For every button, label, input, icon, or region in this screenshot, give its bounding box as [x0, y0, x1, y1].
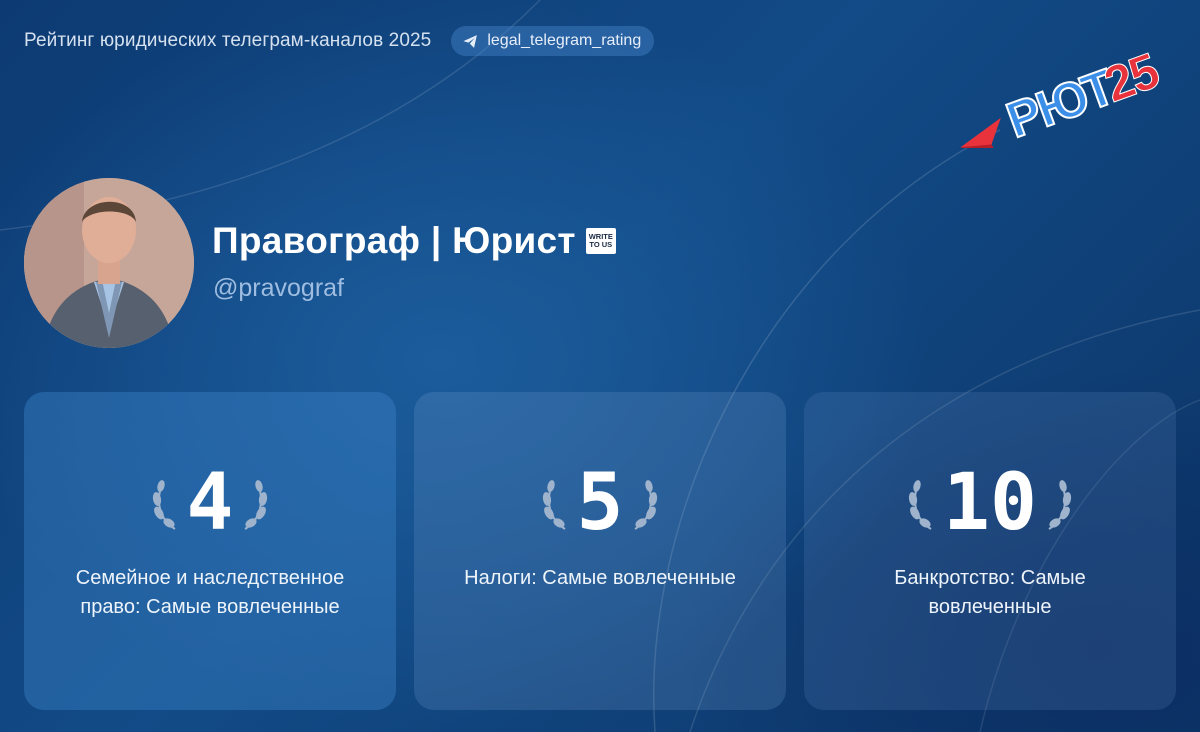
channel-name-row: Правограф | Юрист WRITE TO US: [212, 220, 616, 262]
category-label: Банкротство: Самые вовлеченные: [894, 567, 1086, 618]
laurel-left-icon: [908, 480, 932, 530]
rank-number: 4: [186, 458, 234, 548]
rank-row: 4: [151, 458, 270, 548]
ranking-card: 10 Банкротство: Самые вовлеченные: [804, 392, 1176, 710]
rank-row: 10: [907, 458, 1073, 548]
rank-number: 5: [576, 458, 624, 548]
telegram-tag-link[interactable]: legal_telegram_rating: [451, 26, 655, 56]
laurel-right-icon: [634, 480, 658, 530]
header: Рейтинг юридических телеграм-каналов 202…: [24, 22, 655, 60]
telegram-plane-icon: [463, 34, 478, 48]
rating-title: Рейтинг юридических телеграм-каналов 202…: [24, 30, 432, 51]
laurel-right-icon: [1048, 480, 1072, 530]
channel-avatar[interactable]: [24, 178, 194, 348]
category-label: Налоги: Самые вовлеченные: [464, 567, 736, 589]
ranking-card: 5 Налоги: Самые вовлеченные: [414, 392, 786, 710]
laurel-left-icon: [152, 480, 176, 530]
tag-label: legal_telegram_rating: [487, 32, 642, 49]
rut25-logo: РЮТ 25: [960, 42, 1166, 148]
channel-handle[interactable]: @pravograf: [213, 274, 344, 303]
rank-number: 10: [943, 458, 1037, 548]
rank-row: 5: [541, 458, 660, 548]
ranking-card: 4 Семейное и наследственное право: Самые…: [24, 392, 396, 710]
write-to-us-badge: WRITE TO US: [585, 228, 616, 254]
category-label: Семейное и наследственное право: Самые в…: [75, 567, 345, 618]
laurel-right-icon: [244, 480, 268, 530]
avatar-photo: [24, 178, 194, 348]
laurel-left-icon: [542, 480, 566, 530]
channel-name: Правограф | Юрист: [212, 220, 576, 261]
